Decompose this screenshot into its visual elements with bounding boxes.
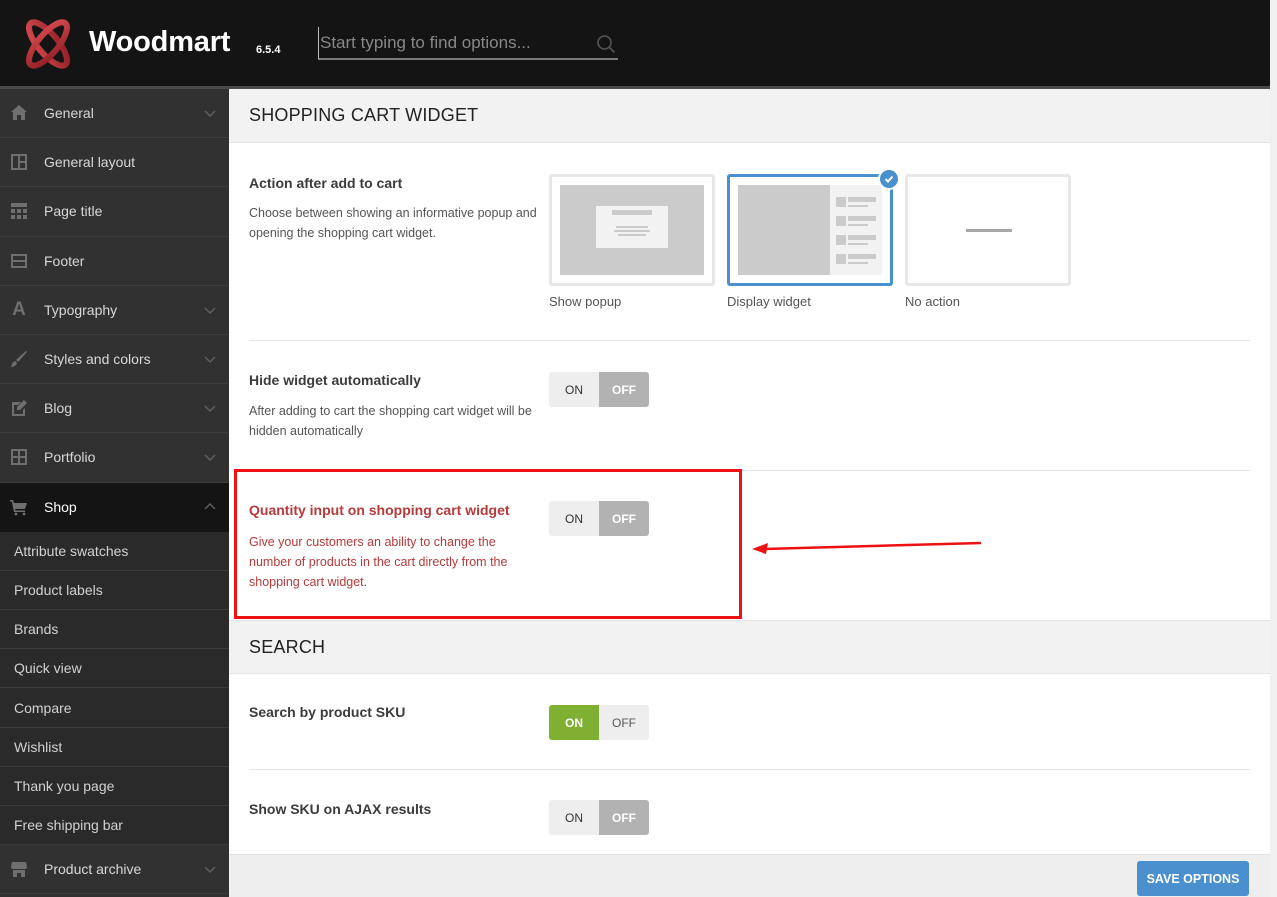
toggle-on[interactable]: ON [549, 372, 599, 407]
sidebar-subitem-wishlist[interactable]: Wishlist [0, 727, 229, 767]
woodmart-logo-icon [26, 19, 70, 69]
brush-icon [0, 350, 44, 368]
sidebar-item-shop[interactable]: Shop [0, 482, 229, 532]
edit-icon [0, 399, 44, 417]
sidebar-item-general-layout[interactable]: General layout [0, 138, 229, 188]
sku-search-toggle[interactable]: ON OFF [549, 705, 649, 740]
sidebar-item-typography[interactable]: A Typography [0, 286, 229, 335]
sidebar-item-label: General layout [44, 154, 136, 171]
toggle-off[interactable]: OFF [599, 705, 649, 740]
footer-icon [0, 252, 44, 270]
hide-widget-toggle[interactable]: ON OFF [549, 372, 649, 407]
sidebar-subitem-quick-view[interactable]: Quick view [0, 649, 229, 689]
page-title-icon [0, 202, 44, 220]
chevron-down-icon [204, 110, 216, 118]
section-title-cart-widget: SHOPPING CART WIDGET [229, 89, 1270, 143]
search-input[interactable] [318, 27, 588, 59]
sidebar-item-label: Typography [44, 301, 118, 318]
sidebar-item-label: Portfolio [44, 449, 96, 466]
sidebar: General General layout Page title Footer… [0, 89, 229, 897]
sidebar-item-footer[interactable]: Footer [0, 237, 229, 286]
sidebar-subitem-attribute-swatches[interactable]: Attribute swatches [0, 531, 229, 571]
chevron-down-icon [204, 866, 216, 874]
section-title-search: SEARCH [229, 620, 1270, 674]
layout-icon [0, 153, 44, 171]
sidebar-item-label: Footer [44, 252, 85, 269]
option-title: Quantity input on shopping cart widget [249, 502, 510, 518]
option-caption: Show popup [549, 294, 622, 309]
popup-preview-bg [560, 185, 704, 275]
check-icon [878, 168, 900, 190]
grid-icon [0, 448, 44, 466]
cart-icon [0, 498, 44, 516]
option-caption: Display widget [727, 294, 811, 309]
sidebar-item-styles-and-colors[interactable]: Styles and colors [0, 335, 229, 385]
option-show-popup[interactable]: Show popup [549, 174, 715, 309]
sidebar-item-product-archive[interactable]: Product archive [0, 845, 229, 895]
top-header: Woodmart 6.5.4 [0, 0, 1270, 86]
sidebar-item-label: Styles and colors [44, 351, 151, 368]
option-title: Show SKU on AJAX results [249, 801, 432, 817]
toggle-on[interactable]: ON [549, 800, 599, 835]
sidebar-item-label: Shop [44, 498, 77, 515]
option-description: Choose between showing an informative po… [249, 206, 537, 240]
option-no-action[interactable]: No action [905, 174, 1071, 309]
version-label: 6.5.4 [256, 44, 281, 56]
option-sku-ajax: Show SKU on AJAX results ON OFF [249, 770, 1250, 852]
store-icon [0, 860, 44, 878]
popup-preview-box [596, 206, 668, 248]
option-caption: No action [905, 294, 960, 309]
search-icon[interactable] [596, 34, 616, 54]
option-display-widget[interactable]: Display widget [727, 168, 900, 309]
chevron-down-icon [204, 307, 216, 314]
save-options-button[interactable]: SAVE OPTIONS [1137, 861, 1249, 896]
sidebar-item-page-title[interactable]: Page title [0, 187, 229, 237]
sku-ajax-toggle[interactable]: ON OFF [549, 800, 649, 835]
sidebar-subitem-compare[interactable]: Compare [0, 688, 229, 728]
option-title: Action after add to cart [249, 175, 403, 191]
chevron-down-icon [204, 356, 216, 364]
sidebar-subitem-free-shipping-bar[interactable]: Free shipping bar [0, 806, 229, 846]
option-action-after-add: Action after add to cart Choose between … [249, 143, 1250, 341]
sidebar-subitem-brands[interactable]: Brands [0, 610, 229, 650]
sidebar-subitem-thank-you-page[interactable]: Thank you page [0, 766, 229, 806]
sidebar-item-label: Product archive [44, 861, 142, 878]
option-sku-search: Search by product SKU ON OFF [249, 674, 1250, 770]
chevron-up-icon [204, 502, 216, 510]
toggle-on[interactable]: ON [549, 705, 599, 740]
widget-preview-panel [830, 185, 882, 275]
option-title: Search by product SKU [249, 704, 406, 720]
option-description: Give your customers an ability to change… [249, 535, 508, 589]
typography-icon: A [12, 298, 26, 320]
no-action-dash [966, 229, 1012, 232]
chevron-down-icon [204, 405, 216, 413]
quantity-input-toggle[interactable]: ON OFF [549, 501, 649, 536]
toggle-on[interactable]: ON [549, 501, 599, 536]
option-hide-widget: Hide widget automatically After adding t… [249, 341, 1250, 471]
sidebar-item-general[interactable]: General [0, 89, 229, 139]
sidebar-subitem-product-labels[interactable]: Product labels [0, 570, 229, 611]
sidebar-item-label: Page title [44, 203, 103, 220]
brand-name: Woodmart [89, 26, 231, 58]
page-scrollbar[interactable] [1270, 0, 1277, 897]
options-search [318, 27, 618, 60]
toggle-off[interactable]: OFF [599, 800, 649, 835]
toggle-off[interactable]: OFF [599, 501, 649, 536]
sidebar-item-label: General [44, 105, 94, 122]
sidebar-item-blog[interactable]: Blog [0, 384, 229, 434]
chevron-down-icon [204, 454, 216, 462]
option-description: After adding to cart the shopping cart w… [249, 404, 532, 438]
home-icon [0, 104, 44, 122]
options-panel: SHOPPING CART WIDGET Action after add to… [229, 89, 1270, 897]
footer-bar [229, 854, 1270, 897]
toggle-off[interactable]: OFF [599, 372, 649, 407]
sidebar-item-label: Blog [44, 400, 73, 417]
annotation-arrow-icon [752, 541, 982, 554]
sidebar-item-portfolio[interactable]: Portfolio [0, 433, 229, 483]
option-title: Hide widget automatically [249, 372, 421, 388]
